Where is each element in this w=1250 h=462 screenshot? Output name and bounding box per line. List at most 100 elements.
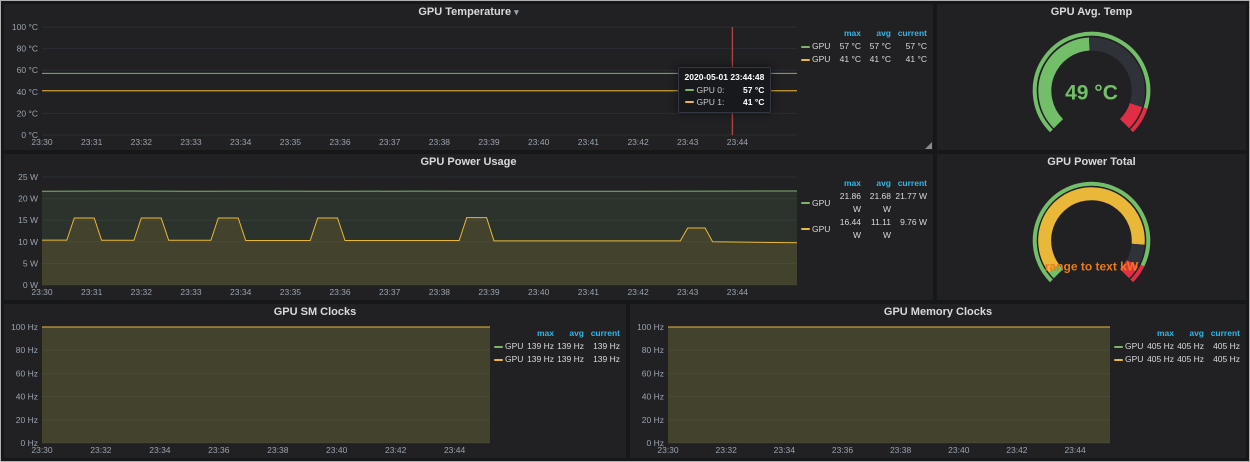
svg-text:23:44: 23:44: [727, 137, 749, 147]
chart-svg: 0 W5 W10 W15 W20 W25 W23:3023:3123:3223:…: [8, 171, 801, 298]
svg-text:23:35: 23:35: [280, 137, 302, 147]
legend-header-max[interactable]: max: [831, 27, 861, 40]
legend-header-avg[interactable]: avg: [554, 327, 584, 340]
svg-text:15 W: 15 W: [18, 215, 38, 225]
legend-series-label: GPU 0: [505, 340, 524, 353]
svg-text:20 Hz: 20 Hz: [16, 415, 38, 425]
svg-text:23:42: 23:42: [1006, 445, 1028, 455]
legend-series-label: GPU 1: [812, 53, 831, 66]
panel-title-gpu-avg-temp[interactable]: GPU Avg. Temp: [937, 4, 1246, 21]
panel-gpu-memory-clocks: GPU Memory Clocks 0 Hz20 Hz40 Hz60 Hz80 …: [630, 304, 1246, 458]
legend-value-avg: 41 °C: [861, 53, 891, 66]
svg-text:20 °C: 20 °C: [17, 108, 38, 118]
panel-title-gpu-power-usage[interactable]: GPU Power Usage: [4, 154, 933, 171]
panel-title-gpu-temperature[interactable]: GPU Temperature▾: [4, 4, 933, 21]
legend-value-current: 139 Hz: [584, 340, 620, 353]
chart-area: 0 Hz20 Hz40 Hz60 Hz80 Hz100 Hz23:3023:32…: [4, 321, 626, 458]
svg-text:23:34: 23:34: [149, 445, 171, 455]
legend-series-gpu1[interactable]: GPU 1: [801, 53, 831, 66]
legend-value-max: 16.44 W: [831, 216, 861, 242]
svg-text:23:36: 23:36: [832, 445, 854, 455]
legend-series-gpu1[interactable]: GPU 1: [494, 353, 524, 366]
tooltip-row: GPU 0: 57 °C: [685, 84, 765, 96]
svg-text:80 °C: 80 °C: [17, 44, 38, 54]
panel-title-gpu-sm-clocks[interactable]: GPU SM Clocks: [4, 304, 626, 321]
svg-text:20 W: 20 W: [18, 194, 38, 204]
panel-gpu-avg-temp: GPU Avg. Temp 49 °C: [937, 4, 1246, 150]
tooltip-series-name: GPU 1:: [697, 96, 725, 108]
panel-gpu-power-total: GPU Power Total range to text kW: [937, 154, 1246, 300]
panel-title-gpu-memory-clocks[interactable]: GPU Memory Clocks: [630, 304, 1246, 321]
tooltip-series-name: GPU 0:: [697, 84, 725, 96]
gauge-svg: range to text kW: [937, 171, 1246, 300]
svg-text:23:30: 23:30: [657, 445, 679, 455]
svg-text:23:40: 23:40: [948, 445, 970, 455]
dashboard-row-2: GPU Power Usage 0 W5 W10 W15 W20 W25 W23…: [4, 154, 1246, 300]
legend-header-current[interactable]: current: [891, 177, 927, 190]
legend-header-current[interactable]: current: [891, 27, 927, 40]
legend-series-gpu1[interactable]: GPU 1: [1114, 353, 1144, 366]
svg-text:23:42: 23:42: [385, 445, 407, 455]
legend-header-avg[interactable]: avg: [1174, 327, 1204, 340]
chart-area: 0 Hz20 Hz40 Hz60 Hz80 Hz100 Hz23:3023:32…: [630, 321, 1246, 458]
legend-value-avg: 57 °C: [861, 40, 891, 53]
legend-series-gpu0[interactable]: GPU 0: [801, 40, 831, 53]
panel-title-gpu-power-total[interactable]: GPU Power Total: [937, 154, 1246, 171]
legend-value-current: 405 Hz: [1204, 340, 1240, 353]
series-line-icon: [1114, 359, 1123, 361]
chart-svg: 0 Hz20 Hz40 Hz60 Hz80 Hz100 Hz23:3023:32…: [634, 321, 1114, 456]
legend-series-gpu0[interactable]: GPU 0: [1114, 340, 1144, 353]
legend-value-avg: 139 Hz: [554, 340, 584, 353]
legend-value-max: 139 Hz: [524, 340, 554, 353]
legend: max avg current GPU 0 405 Hz 405 Hz 405 …: [1114, 321, 1242, 456]
series-line-icon: [801, 46, 810, 48]
legend-header-current[interactable]: current: [584, 327, 620, 340]
tooltip-row: GPU 1: 41 °C: [685, 96, 765, 108]
chart-area: 0 W5 W10 W15 W20 W25 W23:3023:3123:3223:…: [4, 171, 933, 300]
svg-text:100 Hz: 100 Hz: [11, 322, 38, 332]
chart-plot-sm-clocks[interactable]: 0 Hz20 Hz40 Hz60 Hz80 Hz100 Hz23:3023:32…: [8, 321, 494, 456]
legend-header-avg[interactable]: avg: [861, 177, 891, 190]
legend-value-avg: 405 Hz: [1174, 340, 1204, 353]
series-line-icon: [494, 346, 503, 348]
legend-series-gpu0[interactable]: GPU 0: [801, 190, 831, 216]
svg-text:60 Hz: 60 Hz: [642, 368, 664, 378]
legend-value-current: 57 °C: [891, 40, 927, 53]
legend-value-avg: 139 Hz: [554, 353, 584, 366]
svg-text:40 °C: 40 °C: [17, 87, 38, 97]
legend-header-max[interactable]: max: [1144, 327, 1174, 340]
legend-value-avg: 11.11 W: [861, 216, 891, 242]
chevron-down-icon[interactable]: ▾: [514, 7, 519, 17]
panel-gpu-sm-clocks: GPU SM Clocks 0 Hz20 Hz40 Hz60 Hz80 Hz10…: [4, 304, 626, 458]
svg-text:49 °C: 49 °C: [1065, 82, 1118, 105]
series-line-icon: [1114, 346, 1123, 348]
panel-title-text: GPU SM Clocks: [274, 306, 357, 318]
svg-text:23:34: 23:34: [230, 137, 252, 147]
legend-header-avg[interactable]: avg: [861, 27, 891, 40]
legend-value-current: 21.77 W: [891, 190, 927, 216]
svg-text:23:38: 23:38: [429, 137, 451, 147]
svg-text:23:41: 23:41: [578, 137, 600, 147]
legend-header-max[interactable]: max: [524, 327, 554, 340]
chart-plot-power[interactable]: 0 W5 W10 W15 W20 W25 W23:3023:3123:3223:…: [8, 171, 801, 298]
svg-text:23:36: 23:36: [329, 287, 351, 297]
legend-series-gpu0[interactable]: GPU 0: [494, 340, 524, 353]
svg-text:23:36: 23:36: [329, 137, 351, 147]
series-line-icon: [801, 202, 810, 204]
chart-plot-memory-clocks[interactable]: 0 Hz20 Hz40 Hz60 Hz80 Hz100 Hz23:3023:32…: [634, 321, 1114, 456]
legend-header-max[interactable]: max: [831, 177, 861, 190]
legend-series-label: GPU 0: [812, 197, 831, 210]
panel-title-text: GPU Temperature: [418, 6, 511, 18]
svg-text:80 Hz: 80 Hz: [642, 345, 664, 355]
dashboard: GPU Temperature▾ 0 °C20 °C40 °C60 °C80 °…: [0, 0, 1250, 462]
chart-svg: 0 Hz20 Hz40 Hz60 Hz80 Hz100 Hz23:3023:32…: [8, 321, 494, 456]
legend-corner: [494, 327, 524, 340]
legend-value-max: 405 Hz: [1144, 340, 1174, 353]
panel-resize-handle[interactable]: [925, 142, 932, 149]
svg-text:23:40: 23:40: [528, 137, 550, 147]
legend-header-current[interactable]: current: [1204, 327, 1240, 340]
gauge-power-total: range to text kW: [937, 171, 1246, 300]
legend-series-gpu1[interactable]: GPU 1: [801, 216, 831, 242]
tooltip-timestamp: 2020-05-01 23:44:48: [685, 72, 765, 82]
legend-value-max: 139 Hz: [524, 353, 554, 366]
